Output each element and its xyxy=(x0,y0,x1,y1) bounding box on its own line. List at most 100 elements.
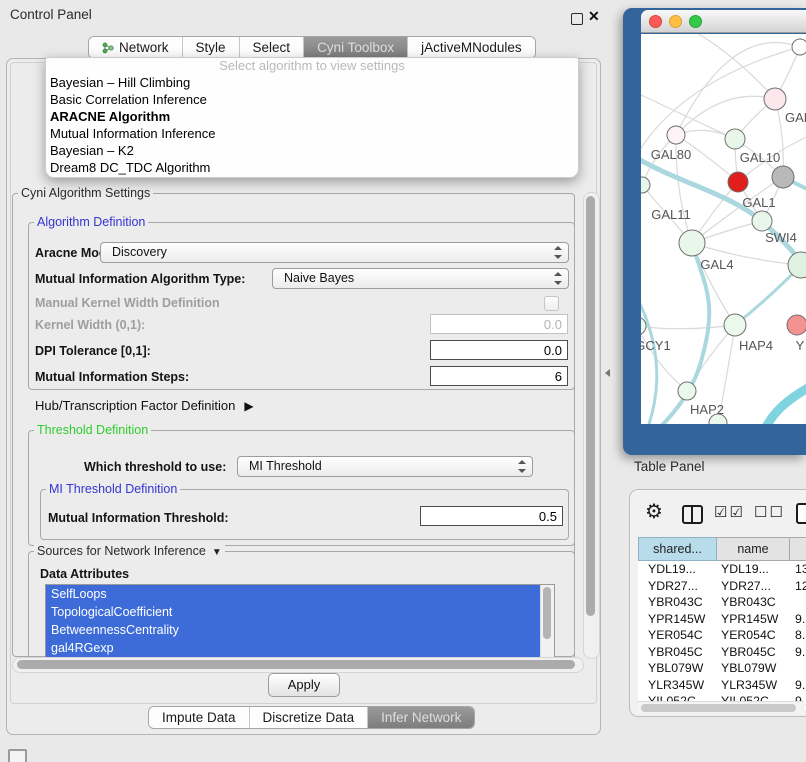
network-node[interactable] xyxy=(678,382,696,400)
tab-select[interactable]: Select xyxy=(240,37,305,58)
float-panel-icon[interactable] xyxy=(571,13,583,25)
tab-style[interactable]: Style xyxy=(183,37,240,58)
tab-jactivemnodules[interactable]: jActiveMNodules xyxy=(408,37,535,58)
table-cell[interactable]: YPR145W xyxy=(717,611,791,628)
network-window-titlebar[interactable] xyxy=(641,10,806,33)
network-node[interactable] xyxy=(764,88,786,110)
table-cell[interactable]: YBL079W xyxy=(717,660,791,677)
tab-network[interactable]: Network xyxy=(89,37,183,58)
column-header-cut[interactable] xyxy=(789,537,806,561)
column-header-name[interactable]: name xyxy=(716,537,790,561)
close-panel-icon[interactable]: ✕ xyxy=(588,8,600,25)
hub-definition-expander[interactable]: Hub/Transcription Factor Definition▶ xyxy=(35,396,254,416)
popup-item[interactable]: Bayesian – Hill Climbing xyxy=(46,74,578,91)
vertical-scrollbar-thumb[interactable] xyxy=(586,196,595,616)
table-cell[interactable] xyxy=(791,660,806,677)
popup-item[interactable]: Basic Correlation Inference xyxy=(46,91,578,108)
network-edge[interactable] xyxy=(641,290,657,424)
deselect-all-icon[interactable]: ☐☐ xyxy=(754,503,785,521)
kernel-width-field[interactable] xyxy=(430,314,568,334)
table-cell[interactable]: 12 xyxy=(791,578,806,595)
minimize-window-icon[interactable] xyxy=(669,15,682,28)
popup-item[interactable]: Dream8 DC_TDC Algorithm xyxy=(46,159,578,176)
table-cell[interactable]: YDR27... xyxy=(638,578,717,595)
network-edge[interactable] xyxy=(676,42,800,135)
table-row[interactable]: YDL19...YDL19...13 xyxy=(638,561,806,578)
popup-item[interactable]: Bayesian – K2 xyxy=(46,142,578,159)
dpi-tolerance-field[interactable] xyxy=(430,340,568,360)
table-row[interactable]: YER054CYER054C8. xyxy=(638,627,806,644)
zoom-window-icon[interactable] xyxy=(689,15,702,28)
table-row[interactable]: YDR27...YDR27...12 xyxy=(638,578,806,595)
table-cell[interactable]: 8. xyxy=(791,627,806,644)
list-item-selected[interactable]: gal4RGexp xyxy=(46,639,541,657)
network-edge[interactable] xyxy=(692,243,735,325)
table-cell[interactable]: 9. xyxy=(791,677,806,694)
table-row[interactable]: YBR043CYBR043C xyxy=(638,594,806,611)
table-cell[interactable]: YLR345W xyxy=(717,677,791,694)
table-cell[interactable]: YLR345W xyxy=(638,677,717,694)
table-row[interactable]: YPR145WYPR145W9. xyxy=(638,611,806,628)
tab-cyni-toolbox[interactable]: Cyni Toolbox xyxy=(304,37,408,58)
settings-vertical-scrollbar[interactable] xyxy=(583,192,600,659)
network-edge[interactable] xyxy=(775,99,783,177)
horizontal-scrollbar-thumb[interactable] xyxy=(17,660,575,669)
column-header-shared-name[interactable]: shared... xyxy=(638,537,717,561)
network-node[interactable] xyxy=(787,315,806,335)
list-scrollbar-thumb[interactable] xyxy=(543,587,551,639)
table-cell[interactable]: YDL19... xyxy=(717,561,791,578)
network-node[interactable] xyxy=(728,172,748,192)
close-window-icon[interactable] xyxy=(649,15,662,28)
table-cell[interactable]: YBR043C xyxy=(717,594,791,611)
table-scrollbar-thumb[interactable] xyxy=(641,704,796,712)
collapsed-panel-icon[interactable] xyxy=(8,749,27,762)
mi-steps-field[interactable] xyxy=(430,366,568,386)
network-node[interactable] xyxy=(641,177,650,193)
gear-icon[interactable]: ⚙ xyxy=(645,499,663,524)
network-node[interactable] xyxy=(725,129,745,149)
network-edge[interactable] xyxy=(641,326,687,391)
splitter-grabber-icon[interactable] xyxy=(605,369,610,377)
popup-item-highlighted[interactable]: ARACNE Algorithm xyxy=(46,108,578,125)
tab-discretize-data[interactable]: Discretize Data xyxy=(250,707,369,728)
manual-kernel-checkbox[interactable] xyxy=(544,296,559,311)
table-row[interactable]: YBL079WYBL079W xyxy=(638,660,806,677)
popup-item[interactable]: Mutual Information Inference xyxy=(46,125,578,142)
table-cell[interactable]: YBR045C xyxy=(638,644,717,661)
network-node[interactable] xyxy=(679,230,705,256)
network-edge[interactable] xyxy=(676,96,775,135)
network-edge[interactable] xyxy=(762,384,806,424)
table-cell[interactable]: YBR045C xyxy=(717,644,791,661)
table-cell[interactable]: 9. xyxy=(791,611,806,628)
apply-button[interactable]: Apply xyxy=(268,673,340,697)
table-cell[interactable]: YBR043C xyxy=(638,594,717,611)
network-node[interactable] xyxy=(724,314,746,336)
network-node[interactable] xyxy=(667,126,685,144)
mi-threshold-field[interactable] xyxy=(420,506,563,526)
list-item-selected[interactable]: SelfLoops xyxy=(46,585,541,603)
settings-horizontal-scrollbar[interactable] xyxy=(12,657,584,673)
table-cell[interactable]: YDR27... xyxy=(717,578,791,595)
list-item-selected[interactable]: TopologicalCoefficient xyxy=(46,603,541,621)
mi-type-combobox[interactable]: Naive Bayes xyxy=(272,268,569,289)
table-row[interactable]: YLR345WYLR345W9. xyxy=(638,677,806,694)
table-cell[interactable] xyxy=(791,594,806,611)
show-columns-icon[interactable] xyxy=(682,505,703,524)
table-cell[interactable]: YDL19... xyxy=(638,561,717,578)
table-cell[interactable]: YBL079W xyxy=(638,660,717,677)
network-canvas[interactable]: GALGAL80GAL10GAL1SWI4GAL11GAL4HAP4YGCY1H… xyxy=(641,34,806,424)
aracne-mode-combobox[interactable]: Discovery xyxy=(100,242,569,263)
table-cell[interactable]: YER054C xyxy=(638,627,717,644)
table-cell[interactable]: YPR145W xyxy=(638,611,717,628)
select-all-icon[interactable]: ☑☑ xyxy=(714,503,745,521)
network-node[interactable] xyxy=(752,211,772,231)
network-node[interactable] xyxy=(772,166,794,188)
network-edge[interactable] xyxy=(641,325,735,329)
table-cell[interactable]: 13 xyxy=(791,561,806,578)
table-horizontal-scrollbar[interactable] xyxy=(638,701,804,714)
list-item-selected[interactable]: BetweennessCentrality xyxy=(46,621,541,639)
table-cell[interactable]: 9. xyxy=(791,644,806,661)
which-threshold-combobox[interactable]: MI Threshold xyxy=(237,456,533,477)
list-scrollbar[interactable] xyxy=(540,585,554,657)
table-function-icon[interactable] xyxy=(796,503,806,524)
